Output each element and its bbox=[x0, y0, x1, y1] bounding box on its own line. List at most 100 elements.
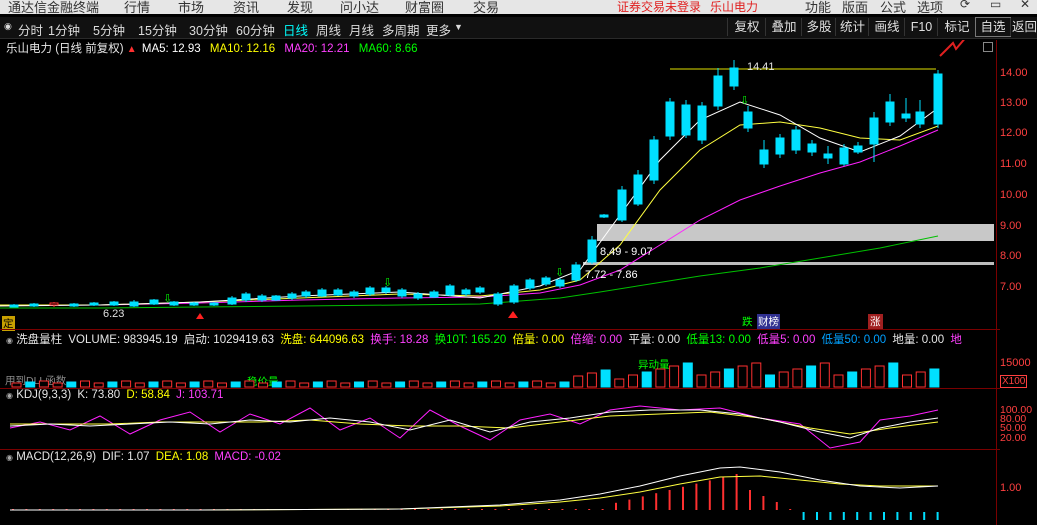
volume-bar bbox=[696, 374, 707, 388]
period-tab-more[interactable]: 更多 bbox=[426, 20, 451, 39]
menu-item-function[interactable]: 功能 bbox=[805, 0, 831, 14]
menu-item-discover[interactable]: 发现 bbox=[287, 0, 313, 14]
buy-signal-icon bbox=[508, 311, 518, 318]
period-tab-30min[interactable]: 30分钟 bbox=[189, 20, 228, 39]
macd-tick: 1.00 bbox=[1000, 482, 1022, 494]
candle-body bbox=[429, 291, 439, 298]
macd-dif-line bbox=[10, 466, 939, 511]
low-volume13-value: 低量13: 0.00 bbox=[686, 334, 751, 346]
volume-bar bbox=[723, 368, 734, 388]
menu-item-formula[interactable]: 公式 bbox=[880, 0, 906, 14]
volume-bar bbox=[902, 374, 912, 388]
axis-divider bbox=[996, 40, 997, 525]
candle-body bbox=[9, 304, 19, 308]
volume-bar bbox=[189, 381, 200, 388]
back-button[interactable]: 返回 bbox=[1010, 18, 1037, 36]
volume-bar bbox=[545, 382, 556, 388]
candle-body bbox=[129, 301, 139, 307]
menu-item-quotes[interactable]: 行情 bbox=[124, 0, 150, 14]
volume-bar bbox=[518, 381, 529, 388]
login-notice[interactable]: 证券交易未登录 bbox=[617, 0, 701, 14]
candle-body bbox=[445, 285, 455, 296]
period-tab-weekly[interactable]: 周线 bbox=[316, 20, 341, 39]
tag-up: 涨 bbox=[868, 314, 883, 329]
menu-item-layout[interactable]: 版面 bbox=[842, 0, 868, 14]
chevron-down-icon[interactable]: ▼ bbox=[454, 22, 463, 32]
radio-icon[interactable]: ◉ bbox=[4, 21, 12, 32]
candle-body bbox=[915, 111, 925, 125]
period-tab-15min[interactable]: 15分钟 bbox=[138, 20, 177, 39]
menu-item-trade[interactable]: 交易 bbox=[473, 0, 499, 14]
period-tab-intraday[interactable]: 分时 bbox=[18, 20, 43, 39]
close-icon[interactable]: ✕ bbox=[1020, 0, 1030, 11]
candle-body bbox=[49, 302, 59, 306]
volume-bar bbox=[134, 382, 145, 388]
panel-icon[interactable]: ◉ bbox=[6, 391, 13, 400]
panel-icon[interactable]: ◉ bbox=[6, 336, 13, 345]
period-tab-1min[interactable]: 1分钟 bbox=[48, 20, 80, 39]
volume-bar bbox=[52, 382, 63, 388]
macd-bar bbox=[467, 509, 470, 510]
period-tab-5min[interactable]: 5分钟 bbox=[93, 20, 125, 39]
multi-stock-button[interactable]: 多股 bbox=[801, 18, 836, 36]
mark-button[interactable]: 标记 bbox=[937, 18, 976, 36]
price-tick-10: 10.00 bbox=[1000, 189, 1028, 201]
adjust-button[interactable]: 复权 bbox=[727, 18, 766, 36]
period-tab-daily[interactable]: 日线 bbox=[283, 20, 308, 39]
overlay-button[interactable]: 叠加 bbox=[765, 18, 802, 36]
macd-bar bbox=[923, 512, 926, 520]
turnover10-value: 换10T: 165.20 bbox=[434, 334, 507, 346]
candle-body bbox=[791, 129, 801, 151]
menu-item-fortune[interactable]: 财富圈 bbox=[405, 0, 444, 14]
menu-item-options[interactable]: 选项 bbox=[917, 0, 943, 14]
volume-bar bbox=[765, 374, 775, 388]
volume-header: ◉ 洗盘量柱 VOLUME: 983945.19 启动: 1029419.63 … bbox=[6, 331, 962, 347]
macd-bar bbox=[534, 509, 537, 510]
f10-button[interactable]: F10 bbox=[904, 18, 938, 36]
volume-bar bbox=[354, 381, 364, 388]
price-tick-11: 11.00 bbox=[1000, 158, 1027, 170]
candle-body bbox=[29, 303, 39, 307]
panel-separator bbox=[0, 449, 1000, 450]
draw-line-button[interactable]: 画线 bbox=[868, 18, 905, 36]
statistics-button[interactable]: 统计 bbox=[835, 18, 869, 36]
volume-bars bbox=[11, 362, 940, 388]
candle-body bbox=[555, 279, 565, 287]
annotation-arrow-icon bbox=[939, 40, 965, 57]
volume-unit: X100 bbox=[1000, 375, 1028, 388]
app-title: 通达信金融终端 bbox=[8, 0, 100, 14]
macd-bar bbox=[896, 512, 899, 520]
macd-bar bbox=[842, 512, 845, 520]
menu-item-news[interactable]: 资讯 bbox=[233, 0, 259, 14]
volume-bar bbox=[11, 382, 22, 388]
volume-bar bbox=[477, 381, 488, 388]
volume-bar bbox=[312, 381, 323, 388]
macd-bar bbox=[655, 493, 658, 510]
volume-bar bbox=[669, 365, 680, 388]
volume-bar bbox=[751, 362, 762, 388]
volume-bar bbox=[25, 381, 36, 388]
refresh-icon[interactable]: ⟳ bbox=[960, 0, 970, 11]
menu-bar: 通达信金融终端 行情 市场 资讯 发现 问小达 财富圈 交易 证券交易未登录 乐… bbox=[0, 0, 1037, 14]
volume-bar bbox=[532, 380, 543, 388]
menu-item-market[interactable]: 市场 bbox=[178, 0, 204, 14]
macd-bar bbox=[668, 490, 671, 510]
period-tab-60min[interactable]: 60分钟 bbox=[236, 20, 275, 39]
macd-bar bbox=[641, 496, 644, 510]
candle-body bbox=[665, 101, 675, 137]
volume-bar bbox=[614, 378, 625, 388]
period-tab-multi[interactable]: 多周期 bbox=[382, 20, 420, 39]
watchlist-button[interactable]: 自选 bbox=[975, 17, 1011, 37]
volume-tick: 15000 bbox=[1000, 357, 1031, 369]
panel-separator bbox=[0, 329, 1000, 330]
price-tick-14: 14.00 bbox=[1000, 67, 1028, 79]
volume-bar bbox=[299, 382, 310, 388]
price-tick-9: 9.00 bbox=[1000, 220, 1022, 232]
period-tab-monthly[interactable]: 月线 bbox=[349, 20, 374, 39]
volume-indicator-name[interactable]: 洗盘量柱 bbox=[16, 334, 62, 346]
macd-bar bbox=[802, 512, 805, 520]
menu-item-xiaoda[interactable]: 问小达 bbox=[340, 0, 379, 14]
candle-body bbox=[681, 104, 691, 136]
candlestick-chart[interactable]: 14.41 6.23 8.49 - 9.07 7.72 - 7.86 ⇩ ⇩ ⇩… bbox=[0, 40, 996, 330]
window-restore-icon[interactable]: ▭ bbox=[990, 0, 1001, 11]
